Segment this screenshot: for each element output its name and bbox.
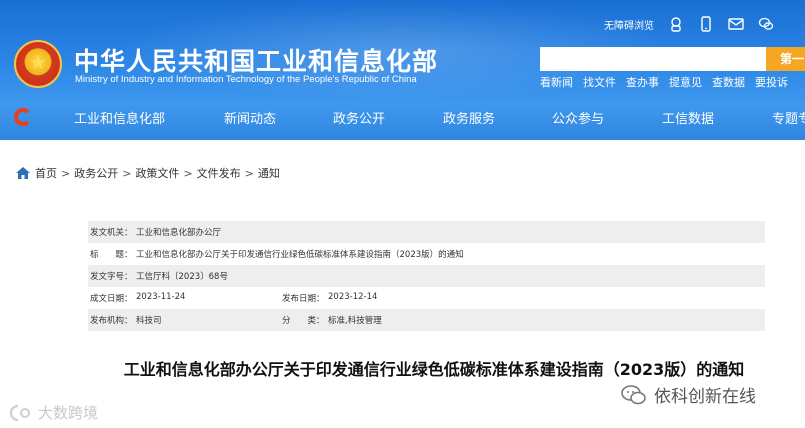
info-row-issuer: 发文机关： 工业和信息化部办公厅 xyxy=(88,221,765,243)
watermark-left-text: 大数跨境 xyxy=(38,404,99,422)
wechat-icon[interactable] xyxy=(758,16,774,32)
category-label: 分 类： xyxy=(282,316,325,326)
mascot-icon[interactable] xyxy=(668,16,684,32)
issuer-value: 工业和信息化部办公厅 xyxy=(136,228,222,238)
created-date-label: 成文日期： xyxy=(90,294,133,304)
quick-links: 看新闻 找文件 查办事 提意见 查数据 要投诉 xyxy=(540,74,788,90)
category-value: 标准,科技管理 xyxy=(328,316,382,326)
mail-icon[interactable] xyxy=(728,16,744,32)
search-input[interactable] xyxy=(540,47,766,71)
site-title[interactable]: 中华人民共和国工业和信息化部 xyxy=(74,42,438,78)
breadcrumb-notice[interactable]: 通知 xyxy=(258,165,280,181)
breadcrumb-separator: > xyxy=(183,166,193,180)
watermark-right: 依科创新在线 xyxy=(620,382,756,407)
article-title: 工业和信息化部办公厅关于印发通信行业绿色低碳标准体系建设指南（2023版）的通知 xyxy=(123,360,745,379)
watermark-logo-icon xyxy=(9,404,30,421)
main-nav: 工业和信息化部 新闻动态 政务公开 政务服务 公众参与 工信数据 专题专栏 xyxy=(0,100,805,134)
search-button[interactable]: 第一 xyxy=(766,47,805,71)
watermark-right-text: 依科创新在线 xyxy=(654,387,756,407)
accessibility-link[interactable]: 无障碍浏览 xyxy=(604,17,654,32)
breadcrumb-separator: > xyxy=(61,166,71,180)
doc-number-label: 发文字号： xyxy=(90,272,133,282)
category-cell: 分 类： 标准,科技管理 xyxy=(282,314,474,326)
created-date-cell: 成文日期： 2023-11-24 xyxy=(90,292,282,304)
published-date-cell: 发布日期： 2023-12-14 xyxy=(282,292,474,304)
quick-link-feedback[interactable]: 提意见 xyxy=(669,74,702,90)
mobile-icon[interactable] xyxy=(698,16,714,32)
breadcrumb-separator: > xyxy=(122,166,132,180)
nav-item-ministry[interactable]: 工业和信息化部 xyxy=(74,108,165,127)
quick-link-news[interactable]: 看新闻 xyxy=(540,74,573,90)
site-header: 中华人民共和国工业和信息化部 Ministry of Industry and … xyxy=(0,0,805,140)
created-date-value: 2023-11-24 xyxy=(136,292,186,302)
wechat-logo-icon xyxy=(621,384,646,404)
breadcrumb-policy-files[interactable]: 政策文件 xyxy=(135,165,179,181)
info-row-title: 标 题： 工业和信息化部办公厅关于印发通信行业绿色低碳标准体系建设指南（2023… xyxy=(88,243,765,265)
title-label: 标 题： xyxy=(90,250,133,260)
breadcrumb-file-release[interactable]: 文件发布 xyxy=(197,165,241,181)
info-row-doc-number: 发文字号： 工信厅科〔2023〕68号 xyxy=(88,265,765,287)
document-info-table: 发文机关： 工业和信息化部办公厅 标 题： 工业和信息化部办公厅关于印发通信行业… xyxy=(88,221,765,331)
nav-item-topics[interactable]: 专题专栏 xyxy=(772,108,805,127)
info-row-dates: 成文日期： 2023-11-24 发布日期： 2023-12-14 xyxy=(88,287,765,309)
published-date-value: 2023-12-14 xyxy=(328,292,378,302)
quick-link-complaint[interactable]: 要投诉 xyxy=(755,74,788,90)
issuer-label: 发文机关： xyxy=(90,228,133,238)
org-value: 科技司 xyxy=(136,316,162,326)
site-subtitle: Ministry of Industry and Information Tec… xyxy=(75,74,417,85)
quick-link-files[interactable]: 找文件 xyxy=(583,74,616,90)
nav-logo-icon[interactable] xyxy=(14,108,32,126)
doc-number-value: 工信厅科〔2023〕68号 xyxy=(136,272,228,282)
home-icon[interactable] xyxy=(16,167,30,179)
breadcrumb-public-affairs[interactable]: 政务公开 xyxy=(74,165,118,181)
nav-item-news[interactable]: 新闻动态 xyxy=(224,108,276,127)
org-label: 发布机构： xyxy=(90,316,133,326)
breadcrumb-home[interactable]: 首页 xyxy=(35,165,57,181)
nav-item-public-affairs[interactable]: 政务公开 xyxy=(333,108,385,127)
breadcrumb-separator: > xyxy=(244,166,254,180)
top-links: 无障碍浏览 xyxy=(604,16,774,32)
watermark-left: 大数跨境 xyxy=(8,402,98,423)
quick-link-services[interactable]: 查办事 xyxy=(626,74,659,90)
info-row-org: 发布机构： 科技司 分 类： 标准,科技管理 xyxy=(88,309,765,331)
quick-link-data[interactable]: 查数据 xyxy=(712,74,745,90)
breadcrumb: 首页 > 政务公开 > 政策文件 > 文件发布 > 通知 xyxy=(16,165,280,181)
title-value: 工业和信息化部办公厅关于印发通信行业绿色低碳标准体系建设指南（2023版）的通知 xyxy=(136,250,464,260)
published-date-label: 发布日期： xyxy=(282,294,325,304)
nav-item-participation[interactable]: 公众参与 xyxy=(552,108,604,127)
nav-item-services[interactable]: 政务服务 xyxy=(443,108,495,127)
national-emblem-icon[interactable] xyxy=(14,40,62,88)
org-cell: 发布机构： 科技司 xyxy=(90,314,282,326)
nav-item-data[interactable]: 工信数据 xyxy=(662,108,714,127)
